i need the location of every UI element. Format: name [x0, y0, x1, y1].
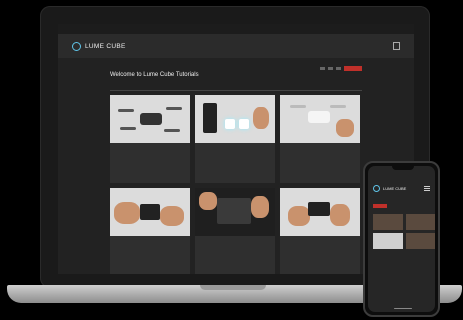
control-icon[interactable] — [320, 67, 325, 70]
laptop-screen: LUME CUBE Welcome to Lume Cube Tutorials — [58, 24, 414, 274]
phone-frame: LUME CUBE — [363, 161, 440, 317]
tutorial-card[interactable] — [110, 188, 190, 274]
phone-logo[interactable]: LUME CUBE — [373, 184, 407, 192]
logo-ring-icon — [72, 41, 81, 51]
mount-thumbnail — [110, 188, 190, 236]
card-meta — [195, 241, 275, 247]
card-meta — [110, 148, 190, 154]
card-meta — [280, 241, 360, 247]
phone-notch — [392, 166, 414, 170]
phone-screen: LUME CUBE — [368, 166, 435, 312]
phone-subscribe-button[interactable] — [373, 204, 387, 208]
site-main: Welcome to Lume Cube Tutorials — [58, 58, 414, 274]
subscribe-button[interactable] — [344, 66, 362, 71]
white-drone-thumbnail — [280, 95, 360, 143]
phone-tutorial-grid — [368, 210, 435, 253]
tutorial-card[interactable] — [110, 95, 190, 183]
cart-icon[interactable] — [393, 42, 400, 50]
laptop-notch — [200, 285, 266, 290]
site-logo[interactable]: LUME CUBE — [72, 41, 126, 51]
card-meta — [195, 148, 275, 154]
phone-thumbnail[interactable] — [406, 233, 435, 249]
home-indicator — [394, 307, 412, 309]
phone-page-title — [368, 196, 435, 202]
tutorial-card[interactable] — [195, 188, 275, 274]
phone-thumbnail[interactable] — [406, 214, 435, 230]
control-icon[interactable] — [328, 67, 333, 70]
phone-thumbnail[interactable] — [373, 214, 403, 230]
tutorial-grid — [110, 95, 362, 274]
control-icon[interactable] — [336, 67, 341, 70]
drone-thumbnail — [110, 95, 190, 143]
camera-thumbnail — [195, 188, 275, 236]
phone-header: LUME CUBE — [368, 180, 435, 196]
handheld-thumbnail — [280, 188, 360, 236]
tutorial-card[interactable] — [195, 95, 275, 183]
tutorial-card[interactable] — [280, 95, 360, 183]
site-nav: LUME CUBE — [58, 34, 414, 58]
site-top-bar — [58, 24, 414, 34]
phone-cubes-thumbnail — [195, 95, 275, 143]
nav-links — [339, 42, 400, 50]
card-meta — [280, 148, 360, 154]
tutorial-card[interactable] — [280, 188, 360, 274]
logo-ring-icon — [373, 184, 380, 192]
page-title: Welcome to Lume Cube Tutorials — [110, 72, 199, 78]
logo-text: LUME CUBE — [85, 42, 126, 50]
section-label — [110, 88, 362, 91]
phone-thumbnail[interactable] — [373, 233, 403, 249]
page-controls — [320, 66, 362, 71]
phone-logo-text: LUME CUBE — [383, 185, 407, 191]
card-meta — [110, 241, 190, 247]
menu-icon[interactable] — [424, 185, 430, 191]
